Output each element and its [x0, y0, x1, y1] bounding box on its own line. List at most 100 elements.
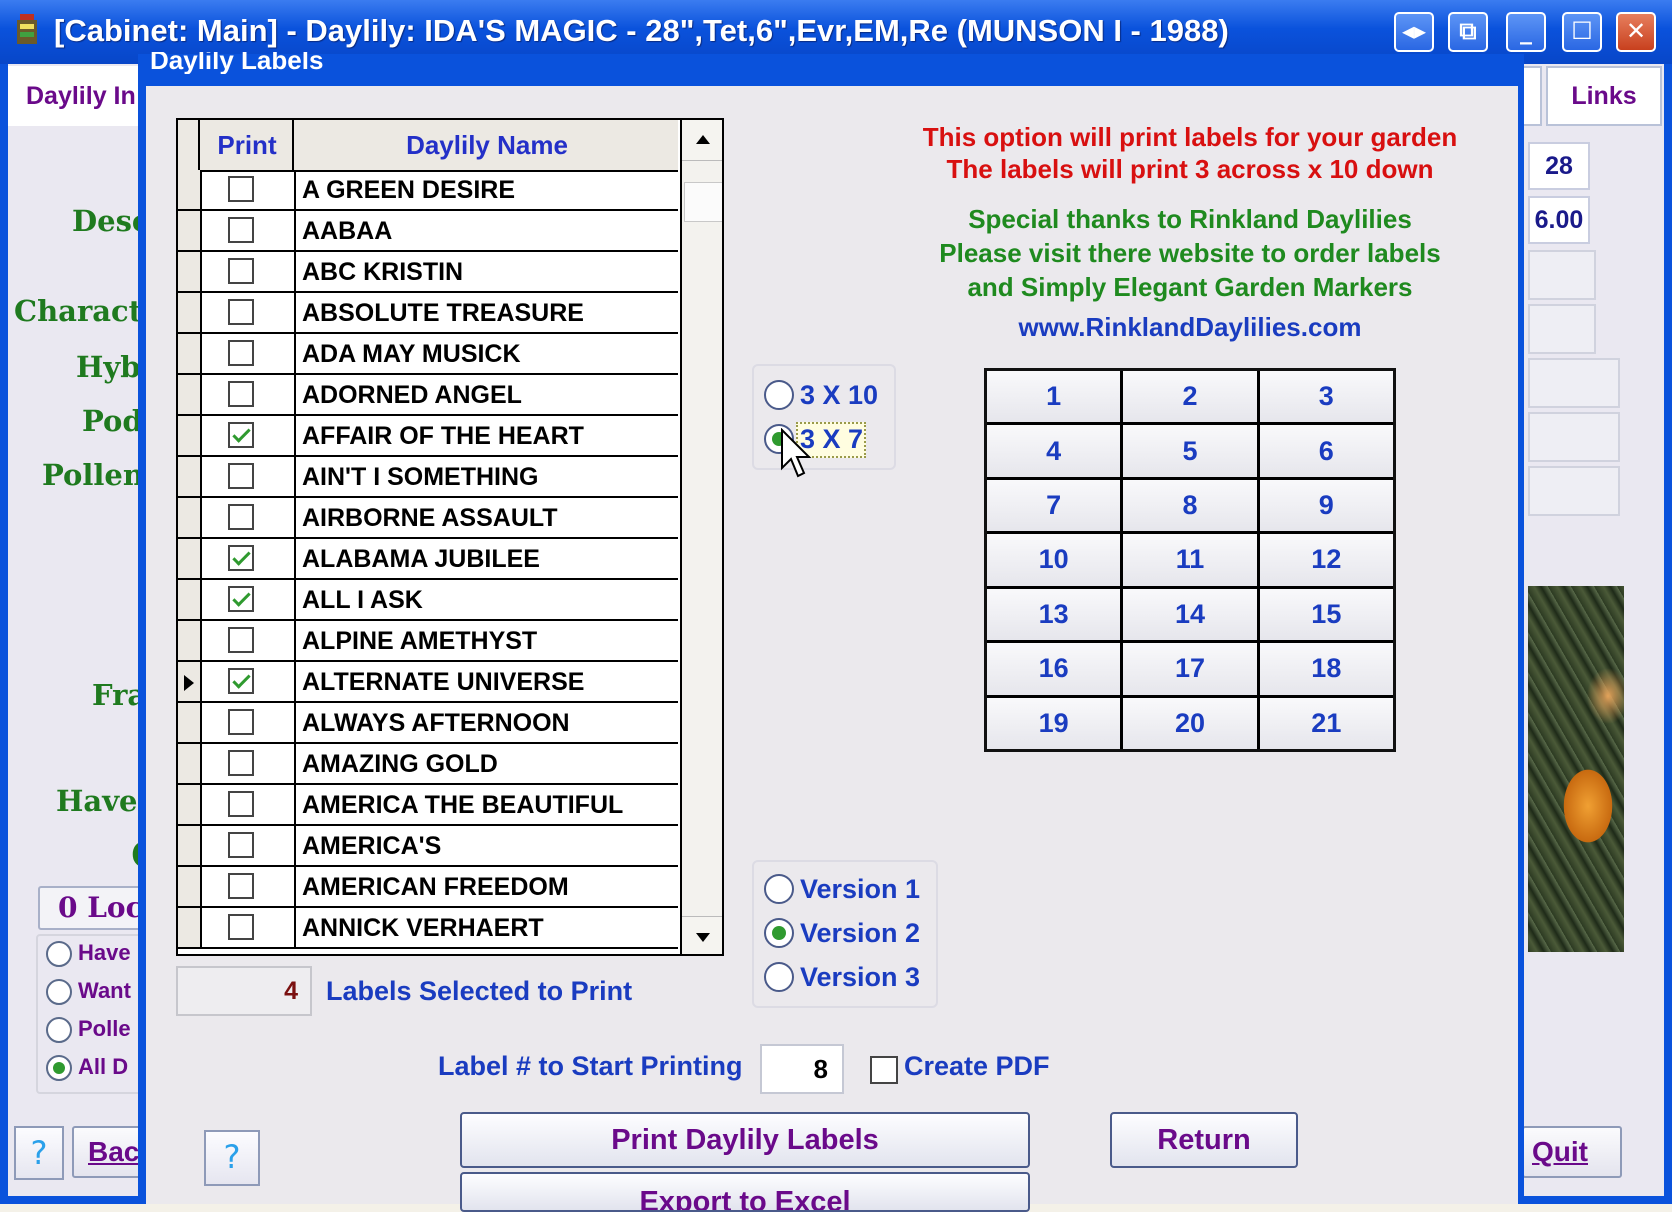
print-column-header[interactable]: Print: [202, 120, 294, 170]
restore-window-button[interactable]: ⧉: [1448, 12, 1488, 52]
tab-links[interactable]: Links: [1546, 66, 1662, 126]
row-selector[interactable]: [178, 252, 202, 291]
daylily-name-cell[interactable]: A GREEN DESIRE: [298, 170, 515, 209]
label-position-cell[interactable]: 15: [1259, 588, 1393, 641]
table-row[interactable]: AABAA: [178, 211, 678, 252]
daylily-name-cell[interactable]: AMERICA THE BEAUTIFUL: [298, 785, 623, 824]
daylily-name-cell[interactable]: AIRBORNE ASSAULT: [298, 498, 558, 537]
website-link[interactable]: www.RinklandDaylilies.com: [900, 312, 1480, 343]
label-position-cell[interactable]: 19: [987, 697, 1121, 749]
label-position-cell[interactable]: 4: [987, 425, 1121, 477]
label-position-cell[interactable]: 14: [1123, 588, 1257, 641]
daylily-name-cell[interactable]: ALABAMA JUBILEE: [298, 539, 540, 578]
print-checkbox[interactable]: [228, 832, 254, 858]
start-label-input[interactable]: 8: [760, 1044, 844, 1094]
label-position-cell[interactable]: 8: [1123, 479, 1257, 532]
table-row[interactable]: ALPINE AMETHYST: [178, 621, 678, 662]
tab-hidden[interactable]: [1522, 66, 1542, 126]
radio-version-1[interactable]: Version 1: [764, 872, 920, 906]
label-position-cell[interactable]: 7: [987, 479, 1121, 532]
print-labels-button[interactable]: Print Daylily Labels: [460, 1112, 1030, 1168]
filter-radio-want[interactable]: Want: [46, 978, 150, 1012]
print-checkbox[interactable]: [228, 381, 254, 407]
daylily-name-cell[interactable]: AMERICA'S: [298, 826, 441, 865]
row-selector[interactable]: [178, 416, 202, 455]
resize-arrows-button[interactable]: ◂▸: [1394, 12, 1434, 52]
height-field[interactable]: 28: [1528, 142, 1590, 190]
daylily-name-cell[interactable]: AIN'T I SOMETHING: [298, 457, 539, 496]
label-position-cell[interactable]: 12: [1259, 534, 1393, 586]
row-selector[interactable]: [178, 539, 202, 578]
table-row[interactable]: ABC KRISTIN: [178, 252, 678, 293]
daylily-name-cell[interactable]: ALL I ASK: [298, 580, 423, 619]
table-row[interactable]: AIN'T I SOMETHING: [178, 457, 678, 498]
print-checkbox[interactable]: [228, 709, 254, 735]
row-selector[interactable]: [178, 580, 202, 619]
table-row[interactable]: ANNICK VERHAERT: [178, 908, 678, 949]
field-box[interactable]: [1528, 304, 1596, 354]
field-box[interactable]: [1528, 466, 1620, 516]
row-selector[interactable]: [178, 293, 202, 332]
row-selector[interactable]: [178, 170, 202, 209]
row-selector[interactable]: [178, 211, 202, 250]
row-selector[interactable]: [178, 703, 202, 742]
print-checkbox[interactable]: [228, 627, 254, 653]
print-checkbox[interactable]: [228, 545, 254, 571]
daylily-name-cell[interactable]: AMERICAN FREEDOM: [298, 867, 569, 906]
table-row[interactable]: ALWAYS AFTERNOON: [178, 703, 678, 744]
label-position-cell[interactable]: 17: [1123, 643, 1257, 695]
daylily-name-cell[interactable]: ADA MAY MUSICK: [298, 334, 521, 373]
label-position-cell[interactable]: 2: [1123, 371, 1257, 423]
print-checkbox[interactable]: [228, 504, 254, 530]
create-pdf-label[interactable]: Create PDF: [904, 1051, 1050, 1082]
radio-3x10[interactable]: 3 X 10: [764, 378, 878, 412]
daylily-name-cell[interactable]: ALWAYS AFTERNOON: [298, 703, 570, 742]
label-position-cell[interactable]: 18: [1259, 643, 1393, 695]
create-pdf-checkbox[interactable]: [870, 1056, 898, 1084]
print-checkbox[interactable]: [228, 463, 254, 489]
daylily-name-cell[interactable]: ANNICK VERHAERT: [298, 908, 544, 947]
scroll-thumb[interactable]: [684, 182, 722, 222]
table-row[interactable]: AMERICA'S: [178, 826, 678, 867]
export-excel-button[interactable]: Export to Excel: [460, 1172, 1030, 1212]
label-position-cell[interactable]: 10: [987, 534, 1121, 586]
label-position-cell[interactable]: 9: [1259, 479, 1393, 532]
table-row[interactable]: ALL I ASK: [178, 580, 678, 621]
quit-button[interactable]: Quit: [1522, 1126, 1622, 1178]
print-checkbox[interactable]: [228, 586, 254, 612]
daylily-name-cell[interactable]: ADORNED ANGEL: [298, 375, 522, 414]
table-row[interactable]: ALTERNATE UNIVERSE: [178, 662, 678, 703]
size-field[interactable]: 6.00: [1528, 196, 1590, 244]
label-position-cell[interactable]: 20: [1123, 697, 1257, 749]
table-row[interactable]: ALABAMA JUBILEE: [178, 539, 678, 580]
field-box[interactable]: [1528, 412, 1620, 462]
row-selector[interactable]: [178, 785, 202, 824]
print-checkbox[interactable]: [228, 750, 254, 776]
filter-radio-all[interactable]: All D: [46, 1054, 150, 1088]
label-position-cell[interactable]: 3: [1259, 371, 1393, 423]
print-checkbox[interactable]: [228, 176, 254, 202]
label-position-cell[interactable]: 16: [987, 643, 1121, 695]
filter-radio-pollen[interactable]: Polle: [46, 1016, 150, 1050]
name-column-header[interactable]: Daylily Name: [296, 120, 678, 170]
daylily-name-cell[interactable]: ABSOLUTE TREASURE: [298, 293, 584, 332]
row-selector[interactable]: [178, 867, 202, 906]
print-checkbox[interactable]: [228, 422, 254, 448]
table-row[interactable]: ADA MAY MUSICK: [178, 334, 678, 375]
daylily-name-cell[interactable]: AABAA: [298, 211, 392, 250]
label-position-cell[interactable]: 13: [987, 588, 1121, 641]
row-selector[interactable]: [178, 334, 202, 373]
print-checkbox[interactable]: [228, 668, 254, 694]
print-checkbox[interactable]: [228, 914, 254, 940]
label-position-cell[interactable]: 5: [1123, 425, 1257, 477]
label-position-cell[interactable]: 6: [1259, 425, 1393, 477]
row-selector[interactable]: [178, 498, 202, 537]
filter-radio-have[interactable]: Have: [46, 940, 150, 974]
label-position-cell[interactable]: 11: [1123, 534, 1257, 586]
back-button[interactable]: Bac: [72, 1126, 148, 1178]
radio-version-3[interactable]: Version 3: [764, 960, 920, 994]
field-box[interactable]: [1528, 358, 1620, 408]
row-selector[interactable]: [178, 908, 202, 947]
label-position-cell[interactable]: 21: [1259, 697, 1393, 749]
table-row[interactable]: AMERICAN FREEDOM: [178, 867, 678, 908]
